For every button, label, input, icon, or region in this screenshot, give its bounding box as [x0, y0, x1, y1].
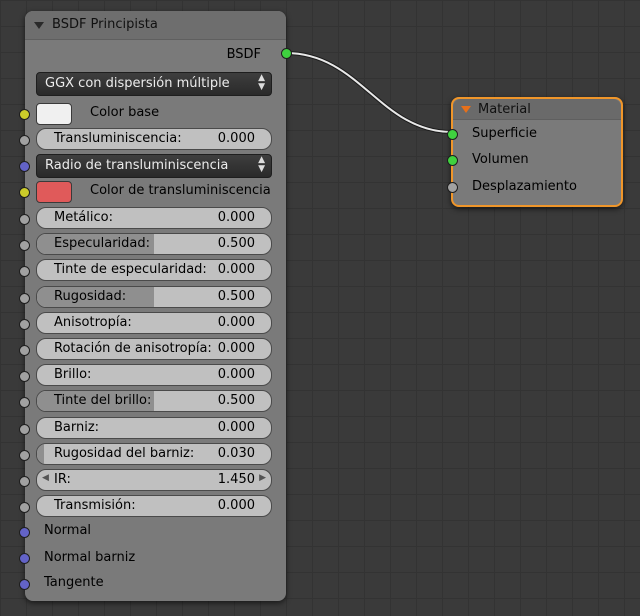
- slider-value: 0.000: [217, 131, 255, 146]
- input-slider[interactable]: Tinte del brillo: 0.500: [36, 390, 272, 412]
- slider-value: 0.500: [217, 236, 255, 251]
- slider-value: 0.000: [217, 498, 255, 513]
- input-slider[interactable]: Especularidad: 0.500: [36, 233, 272, 255]
- base-color-socket[interactable]: [19, 109, 30, 120]
- increment-arrow-icon[interactable]: ▶: [259, 473, 266, 483]
- slider-label: Tinte de especularidad:: [54, 262, 207, 277]
- input-slider[interactable]: Rotación de anisotropía: 0.000: [36, 338, 272, 360]
- input-slider[interactable]: Barniz: 0.000: [36, 417, 272, 439]
- transluminiscencia-socket[interactable]: [19, 135, 30, 146]
- slider-value: 0.000: [217, 420, 255, 435]
- slider-value: 0.000: [217, 315, 255, 330]
- slider-value: 0.000: [217, 210, 255, 225]
- radius-dropdown[interactable]: Radio de transluminiscencia ▲ ▼: [36, 154, 272, 178]
- node-title: BSDF Principista: [52, 17, 158, 32]
- radius-socket[interactable]: [19, 161, 30, 172]
- input-socket[interactable]: [19, 293, 30, 304]
- slider-label: Transmisión:: [54, 498, 136, 513]
- slider-label: IR:: [54, 472, 71, 487]
- slider-value: 0.000: [217, 367, 255, 382]
- input-slider[interactable]: Brillo: 0.000: [36, 364, 272, 386]
- normal-socket[interactable]: [19, 527, 30, 538]
- input-socket[interactable]: [19, 502, 30, 513]
- input-slider[interactable]: Rugosidad del barniz: 0.030: [36, 443, 272, 465]
- input-socket[interactable]: [19, 371, 30, 382]
- transluminiscencia-color-swatch[interactable]: [36, 181, 72, 203]
- input-socket[interactable]: [19, 397, 30, 408]
- node-header[interactable]: Material: [453, 99, 621, 120]
- transluminiscencia-color-socket[interactable]: [19, 187, 30, 198]
- volumen-label: Volumen: [472, 152, 529, 167]
- base-color-swatch[interactable]: [36, 103, 72, 125]
- updown-arrows-icon: ▲ ▼: [258, 155, 265, 174]
- input-socket[interactable]: [19, 345, 30, 356]
- normal-barniz-socket[interactable]: [19, 553, 30, 564]
- transluminiscencia-slider[interactable]: Transluminiscencia: 0.000: [36, 128, 272, 150]
- input-slider[interactable]: Anisotropía: 0.000: [36, 312, 272, 334]
- slider-value: 0.000: [217, 262, 255, 277]
- distribution-dropdown[interactable]: GGX con dispersión múltiple ▲ ▼: [36, 72, 272, 96]
- tangente-label: Tangente: [44, 575, 104, 590]
- desplazamiento-socket[interactable]: [447, 182, 458, 193]
- slider-label: Anisotropía:: [54, 315, 132, 330]
- slider-value: 0.500: [217, 393, 255, 408]
- collapse-triangle-icon[interactable]: [34, 22, 44, 29]
- node-header[interactable]: BSDF Principista: [25, 11, 286, 40]
- input-socket[interactable]: [19, 424, 30, 435]
- input-socket[interactable]: [19, 266, 30, 277]
- principled-bsdf-node[interactable]: BSDF Principista BSDF GGX con dispersión…: [19, 11, 292, 601]
- slider-label: Rugosidad del barniz:: [54, 446, 195, 461]
- updown-arrows-icon: ▲ ▼: [258, 73, 265, 92]
- slider-label: Tinte del brillo:: [54, 393, 152, 408]
- input-socket[interactable]: [19, 450, 30, 461]
- collapse-triangle-icon[interactable]: [461, 106, 471, 113]
- decrement-arrow-icon[interactable]: ◀: [42, 473, 49, 483]
- volumen-socket[interactable]: [447, 155, 458, 166]
- slider-label: Metálico:: [54, 210, 113, 225]
- material-output-node[interactable]: Material Superficie Volumen Desplazamien…: [447, 97, 623, 207]
- slider-label: Rotación de anisotropía:: [54, 341, 212, 356]
- transluminiscencia-color-label: Color de transluminiscencia: [90, 183, 271, 198]
- input-socket[interactable]: [19, 240, 30, 251]
- normal-barniz-label: Normal barniz: [44, 550, 136, 565]
- slider-value: 1.450: [217, 472, 255, 487]
- desplazamiento-label: Desplazamiento: [472, 179, 577, 194]
- input-socket[interactable]: [19, 476, 30, 487]
- slider-label: Especularidad:: [54, 236, 151, 251]
- input-slider[interactable]: Rugosidad: 0.500: [36, 286, 272, 308]
- output-label-bsdf: BSDF: [226, 47, 261, 62]
- tangente-socket[interactable]: [19, 579, 30, 590]
- distribution-value: GGX con dispersión múltiple: [45, 76, 230, 91]
- input-slider[interactable]: Tinte de especularidad: 0.000: [36, 259, 272, 281]
- superficie-socket[interactable]: [447, 129, 458, 140]
- slider-label: Brillo:: [54, 367, 92, 382]
- bsdf-output-socket[interactable]: [281, 48, 292, 59]
- base-color-label: Color base: [90, 105, 160, 120]
- slider-label: Rugosidad:: [54, 289, 127, 304]
- radius-value: Radio de transluminiscencia: [45, 158, 229, 173]
- input-slider[interactable]: Metálico: 0.000: [36, 207, 272, 229]
- slider-label: Transluminiscencia:: [54, 131, 182, 146]
- input-slider[interactable]: ◀ ▶ IR: 1.450: [36, 469, 272, 491]
- slider-fill: [37, 444, 45, 464]
- input-socket[interactable]: [19, 214, 30, 225]
- slider-value: 0.500: [217, 289, 255, 304]
- node-title: Material: [478, 102, 531, 117]
- slider-value: 0.030: [217, 446, 255, 461]
- normal-label: Normal: [44, 523, 92, 538]
- slider-label: Barniz:: [54, 420, 100, 435]
- input-socket[interactable]: [19, 319, 30, 330]
- superficie-label: Superficie: [472, 126, 538, 141]
- input-slider[interactable]: Transmisión: 0.000: [36, 495, 272, 517]
- slider-value: 0.000: [217, 341, 255, 356]
